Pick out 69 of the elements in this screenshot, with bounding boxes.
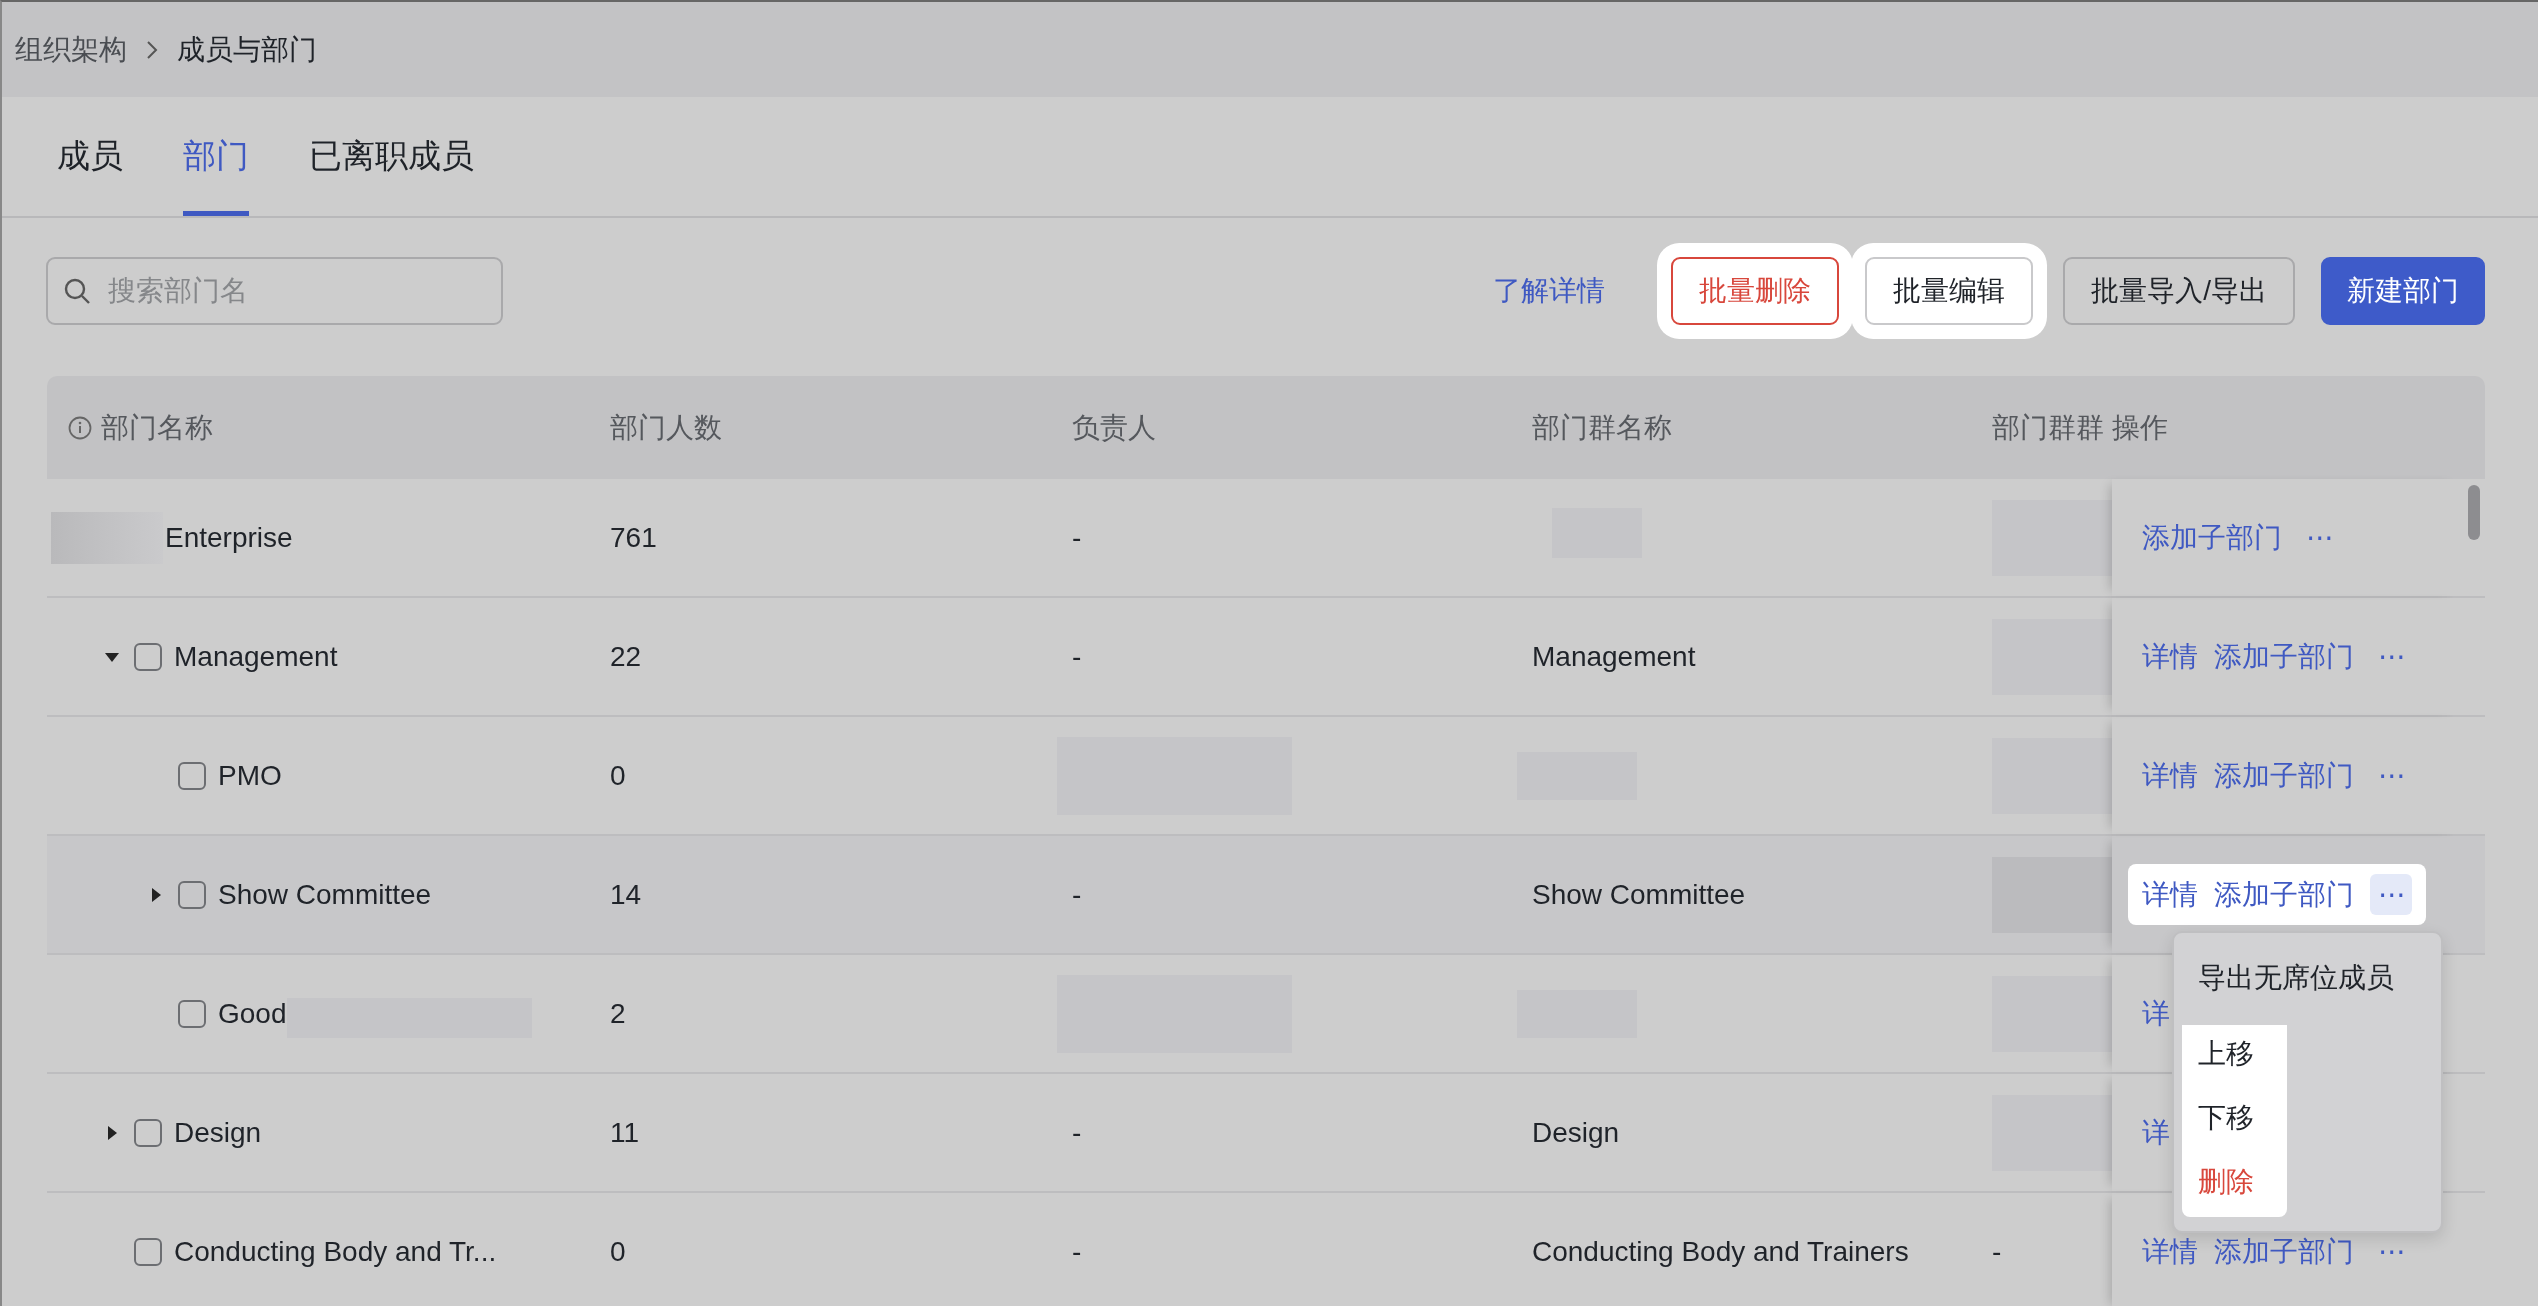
- menu-item[interactable]: 删除: [2182, 1153, 2287, 1217]
- action-link[interactable]: 添加子部门: [2214, 875, 2354, 914]
- action-link[interactable]: 添加子部门: [2214, 1232, 2354, 1271]
- member-count: 0: [610, 759, 626, 792]
- action-link[interactable]: 添加子部门: [2214, 756, 2354, 795]
- department-name: Show Committee: [218, 878, 432, 911]
- department-name: Management: [174, 640, 338, 673]
- checkbox[interactable]: [134, 1118, 162, 1147]
- owner-name: -: [1072, 521, 1082, 554]
- action-link[interactable]: 详情: [2142, 756, 2198, 795]
- group-name: Conducting Body and Trainers: [1532, 1235, 1909, 1268]
- more-button[interactable]: ⋯: [2298, 517, 2340, 558]
- group-name: Management: [1532, 640, 1696, 673]
- info-icon: [67, 414, 93, 441]
- column-header: 部门群名称: [1532, 410, 1672, 445]
- department-name: PMO: [218, 759, 282, 792]
- tab[interactable]: 部门: [183, 97, 249, 216]
- owner-name: -: [1072, 1116, 1082, 1149]
- member-count: 761: [610, 521, 657, 554]
- owner-name: -: [1072, 640, 1082, 673]
- member-count: 22: [610, 640, 642, 673]
- action-link[interactable]: 详: [2142, 1113, 2170, 1152]
- more-button[interactable]: ⋯: [2370, 874, 2412, 915]
- department-name: Good: [218, 997, 287, 1030]
- toolbar-button[interactable]: 批量导入/导出: [2063, 257, 2295, 325]
- column-header: 部门人数: [610, 410, 722, 445]
- checkbox[interactable]: [134, 642, 162, 671]
- checkbox[interactable]: [178, 761, 206, 790]
- column-header: 部门群群: [1992, 410, 2104, 445]
- checkbox[interactable]: [178, 880, 206, 909]
- column-header: 部门名称: [101, 410, 213, 445]
- toolbar-button[interactable]: 新建部门: [2321, 257, 2485, 325]
- learn-more-link[interactable]: 了解详情: [1493, 272, 1606, 310]
- department-name: Conducting Body and Tr...: [174, 1235, 497, 1268]
- column-header: 操作: [2112, 410, 2168, 445]
- search-field[interactable]: 搜索部门名: [46, 257, 503, 325]
- group-value: -: [1992, 1235, 2002, 1268]
- more-button[interactable]: ⋯: [2370, 636, 2412, 677]
- column-header: 负责人: [1072, 410, 1156, 445]
- owner-name: -: [1072, 878, 1082, 911]
- owner-name: -: [1072, 1235, 1082, 1268]
- action-link[interactable]: 详情: [2142, 637, 2198, 676]
- checkbox[interactable]: [134, 1237, 162, 1266]
- breadcrumb-item: 成员与部门: [177, 32, 317, 67]
- group-name: Design: [1532, 1116, 1620, 1149]
- breadcrumb-item[interactable]: 组织架构: [15, 30, 127, 69]
- more-button[interactable]: ⋯: [2370, 755, 2412, 796]
- member-count: 11: [610, 1116, 640, 1149]
- menu-item[interactable]: 下移: [2182, 1089, 2287, 1153]
- action-link[interactable]: 添加子部门: [2142, 518, 2282, 557]
- action-link[interactable]: 详情: [2142, 1232, 2198, 1271]
- member-count: 14: [610, 878, 642, 911]
- menu-item[interactable]: 上移: [2182, 1025, 2287, 1089]
- chevron-right-icon: [145, 38, 159, 61]
- department-name: Design: [174, 1116, 262, 1149]
- action-link[interactable]: 详: [2142, 994, 2170, 1033]
- tab[interactable]: 成员: [57, 97, 123, 216]
- search-icon: [62, 276, 92, 306]
- action-link[interactable]: 添加子部门: [2214, 637, 2354, 676]
- checkbox[interactable]: [178, 999, 206, 1028]
- menu-item[interactable]: 导出无席位成员: [2182, 947, 2414, 1011]
- scrollbar-thumb[interactable]: [2467, 485, 2480, 540]
- department-name: Enterprise: [165, 521, 293, 554]
- group-name: Show Committee: [1532, 878, 1746, 911]
- member-count: 0: [610, 1235, 626, 1268]
- more-button[interactable]: ⋯: [2370, 1231, 2412, 1272]
- member-count: 2: [610, 997, 626, 1030]
- action-link[interactable]: 详情: [2142, 875, 2198, 914]
- tab[interactable]: 已离职成员: [309, 97, 474, 216]
